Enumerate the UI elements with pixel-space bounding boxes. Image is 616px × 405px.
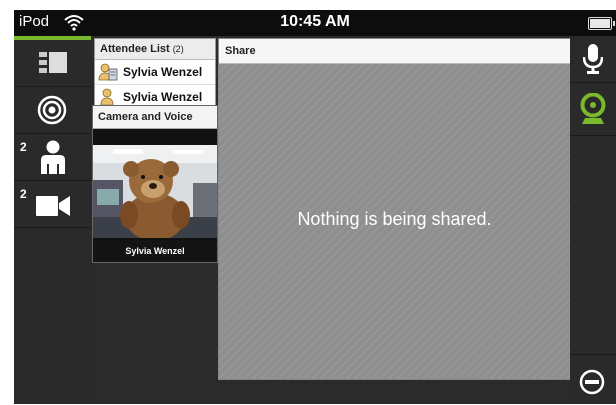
video-participant-name: Sylvia Wenzel bbox=[93, 240, 217, 262]
attendee-list-count: (2) bbox=[172, 44, 184, 54]
attendee-row[interactable]: Sylvia Wenzel bbox=[95, 60, 215, 85]
attendee-list-panel: Attendee List (2) Sylvia Wenzel Sylvia We… bbox=[94, 38, 216, 108]
video-button[interactable]: 2 bbox=[14, 181, 91, 228]
microphone-icon bbox=[583, 44, 603, 74]
camera-video-feed bbox=[93, 145, 217, 238]
share-content-area: Nothing is being shared. bbox=[219, 64, 570, 379]
broadcast-icon bbox=[37, 95, 67, 125]
presenter-user-icon bbox=[98, 63, 118, 81]
share-panel-header[interactable]: Share bbox=[219, 39, 570, 64]
attendees-button[interactable]: 2 bbox=[14, 134, 91, 181]
video-camera-icon bbox=[36, 196, 70, 216]
webcam-button[interactable] bbox=[570, 83, 616, 136]
leave-button[interactable] bbox=[570, 354, 616, 405]
panels-icon bbox=[39, 52, 67, 73]
share-empty-message: Nothing is being shared. bbox=[297, 209, 492, 229]
video-frame bbox=[93, 145, 217, 238]
clock: 10:45 AM bbox=[280, 13, 350, 30]
attendee-list-title: Attendee List bbox=[100, 43, 170, 55]
minus-circle-icon bbox=[579, 369, 605, 395]
broadcast-button[interactable] bbox=[14, 87, 91, 134]
right-toolbar bbox=[570, 36, 616, 404]
microphone-button[interactable] bbox=[570, 36, 616, 83]
user-icon bbox=[100, 88, 114, 106]
share-panel: Share Nothing is being shared. bbox=[218, 38, 571, 380]
panels-button[interactable] bbox=[14, 40, 91, 87]
attendee-name: Sylvia Wenzel bbox=[123, 90, 203, 104]
video-count-badge: 2 bbox=[20, 187, 27, 201]
person-icon bbox=[41, 140, 65, 174]
attendee-name: Sylvia Wenzel bbox=[123, 65, 203, 79]
camera-voice-panel: Camera and Voice Sylvia Wenzel bbox=[92, 105, 218, 263]
webcam-icon bbox=[580, 93, 606, 124]
attendee-count-badge: 2 bbox=[20, 140, 27, 154]
status-bar: iPod 10:45 AM bbox=[14, 10, 616, 36]
camera-panel-header[interactable]: Camera and Voice bbox=[93, 106, 217, 129]
attendee-list-header[interactable]: Attendee List (2) bbox=[95, 39, 215, 60]
battery-icon bbox=[588, 17, 615, 30]
app-window: iPod 10:45 AM 2 2 Attendee List (2) Sylv… bbox=[14, 10, 616, 404]
left-toolbar: 2 2 bbox=[14, 36, 91, 404]
